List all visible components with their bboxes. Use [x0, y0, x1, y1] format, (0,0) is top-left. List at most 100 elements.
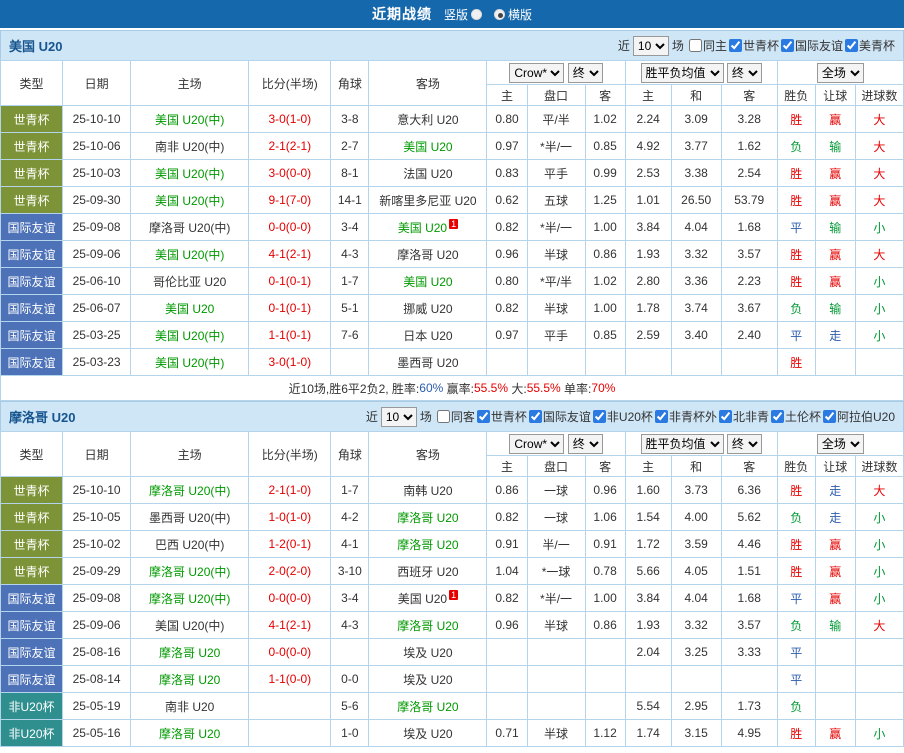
away-team[interactable]: 南韩 U20	[368, 476, 488, 504]
final-odds-select[interactable]: 终	[567, 62, 603, 83]
filter-checkbox[interactable]: 阿拉伯U20	[822, 408, 895, 425]
away-team[interactable]: 美国 U20	[368, 267, 488, 295]
home-team[interactable]: 摩洛哥 U20	[130, 665, 250, 693]
away-team[interactable]: 美国 U20	[368, 132, 488, 160]
filter-checkbox-input[interactable]	[770, 409, 784, 423]
filter-checkbox-input[interactable]	[780, 38, 794, 52]
filter-checkbox-input[interactable]	[528, 409, 542, 423]
home-team[interactable]: 南非 U20(中)	[130, 132, 250, 160]
filter-checkbox[interactable]: 国际友谊	[528, 408, 591, 425]
match-score[interactable]: 9-1(7-0)	[248, 186, 332, 214]
away-team[interactable]: 埃及 U20	[368, 719, 488, 747]
scope-select[interactable]: 全场	[816, 433, 864, 454]
layout-radio-horizontal[interactable]: 横版	[494, 6, 532, 23]
radio-checked-icon[interactable]	[494, 8, 505, 20]
filter-checkbox-input[interactable]	[822, 409, 836, 423]
final-euro-select[interactable]: 终	[726, 62, 762, 83]
away-team[interactable]: 埃及 U20	[368, 665, 488, 693]
filter-checkbox-input[interactable]	[844, 38, 858, 52]
filter-checkbox[interactable]: 土伦杯	[770, 408, 821, 425]
filter-checkbox[interactable]: 美青杯	[844, 37, 895, 54]
match-score[interactable]: 1-1(0-1)	[248, 321, 332, 349]
final-odds-select[interactable]: 终	[567, 433, 603, 454]
match-score[interactable]: 1-2(0-1)	[248, 530, 332, 558]
filter-checkbox[interactable]: 世青杯	[476, 408, 527, 425]
home-team[interactable]: 摩洛哥 U20(中)	[130, 213, 250, 241]
filter-checkbox[interactable]: 国际友谊	[780, 37, 843, 54]
home-team[interactable]: 美国 U20(中)	[130, 186, 250, 214]
match-score[interactable]	[248, 692, 332, 720]
filter-checkbox[interactable]: 非青杯外	[654, 408, 717, 425]
away-team[interactable]: 挪威 U20	[368, 294, 488, 322]
match-count-select[interactable]: 10	[380, 406, 417, 427]
away-team[interactable]: 意大利 U20	[368, 105, 488, 133]
match-score[interactable]: 3-0(1-0)	[248, 348, 332, 376]
filter-checkbox-input[interactable]	[688, 38, 702, 52]
final-euro-select[interactable]: 终	[726, 433, 762, 454]
away-team[interactable]: 西班牙 U20	[368, 557, 488, 585]
away-team[interactable]: 美国 U20 1	[368, 213, 488, 241]
away-team[interactable]: 埃及 U20	[368, 638, 488, 666]
match-score[interactable]: 1-0(1-0)	[248, 503, 332, 531]
filter-checkbox-input[interactable]	[476, 409, 490, 423]
filter-checkbox-input[interactable]	[592, 409, 606, 423]
odds-source-select[interactable]: Crow*	[509, 62, 565, 83]
home-team[interactable]: 南非 U20	[130, 692, 250, 720]
filter-checkbox[interactable]: 非U20杯	[592, 408, 653, 425]
away-team[interactable]: 摩洛哥 U20	[368, 611, 488, 639]
match-score[interactable]: 0-0(0-0)	[248, 584, 332, 612]
match-score[interactable]	[248, 719, 332, 747]
filter-checkbox-input[interactable]	[728, 38, 742, 52]
home-team[interactable]: 摩洛哥 U20	[130, 638, 250, 666]
match-score[interactable]: 0-0(0-0)	[248, 213, 332, 241]
match-score[interactable]: 4-1(2-1)	[248, 611, 332, 639]
filter-checkbox-input[interactable]	[718, 409, 732, 423]
home-team[interactable]: 摩洛哥 U20(中)	[130, 557, 250, 585]
layout-radio-vertical[interactable]: 竖版	[444, 6, 482, 23]
away-team[interactable]: 日本 U20	[368, 321, 488, 349]
away-team[interactable]: 法国 U20	[368, 159, 488, 187]
match-score[interactable]: 2-0(2-0)	[248, 557, 332, 585]
match-score[interactable]: 4-1(2-1)	[248, 240, 332, 268]
match-score[interactable]: 0-1(0-1)	[248, 267, 332, 295]
home-team[interactable]: 美国 U20(中)	[130, 240, 250, 268]
home-team[interactable]: 摩洛哥 U20(中)	[130, 584, 250, 612]
match-score[interactable]: 3-0(1-0)	[248, 105, 332, 133]
filter-checkbox-input[interactable]	[654, 409, 668, 423]
match-score[interactable]: 3-0(0-0)	[248, 159, 332, 187]
home-team[interactable]: 美国 U20(中)	[130, 159, 250, 187]
avg-odds-select[interactable]: 胜平负均值	[640, 62, 724, 83]
home-team[interactable]: 美国 U20	[130, 294, 250, 322]
away-team[interactable]: 新喀里多尼亚 U20	[368, 186, 488, 214]
away-team[interactable]: 摩洛哥 U20	[368, 240, 488, 268]
odds-source-select[interactable]: Crow*	[509, 433, 565, 454]
scope-select[interactable]: 全场	[816, 62, 864, 83]
match-score[interactable]: 0-0(0-0)	[248, 638, 332, 666]
match-count-select[interactable]: 10	[632, 35, 669, 56]
avg-odds-select[interactable]: 胜平负均值	[640, 433, 724, 454]
home-team[interactable]: 墨西哥 U20(中)	[130, 503, 250, 531]
match-score[interactable]: 2-1(1-0)	[248, 476, 332, 504]
home-team[interactable]: 美国 U20(中)	[130, 611, 250, 639]
radio-unchecked-icon[interactable]	[471, 8, 482, 20]
home-team[interactable]: 美国 U20(中)	[130, 348, 250, 376]
filter-checkbox-input[interactable]	[436, 409, 450, 423]
home-team[interactable]: 美国 U20(中)	[130, 105, 250, 133]
filter-checkbox[interactable]: 北非青	[718, 408, 769, 425]
home-team[interactable]: 哥伦比亚 U20	[130, 267, 250, 295]
away-team[interactable]: 摩洛哥 U20	[368, 692, 488, 720]
match-score[interactable]: 2-1(2-1)	[248, 132, 332, 160]
filter-checkbox[interactable]: 世青杯	[728, 37, 779, 54]
filter-checkbox[interactable]: 同主	[688, 37, 727, 54]
match-score[interactable]: 1-1(0-0)	[248, 665, 332, 693]
match-score[interactable]: 0-1(0-1)	[248, 294, 332, 322]
away-team[interactable]: 墨西哥 U20	[368, 348, 488, 376]
away-team[interactable]: 摩洛哥 U20	[368, 530, 488, 558]
away-team[interactable]: 摩洛哥 U20	[368, 503, 488, 531]
home-team[interactable]: 巴西 U20(中)	[130, 530, 250, 558]
away-team[interactable]: 美国 U20 1	[368, 584, 488, 612]
home-team[interactable]: 美国 U20(中)	[130, 321, 250, 349]
filter-checkbox[interactable]: 同客	[436, 408, 475, 425]
home-team[interactable]: 摩洛哥 U20(中)	[130, 476, 250, 504]
home-team[interactable]: 摩洛哥 U20	[130, 719, 250, 747]
